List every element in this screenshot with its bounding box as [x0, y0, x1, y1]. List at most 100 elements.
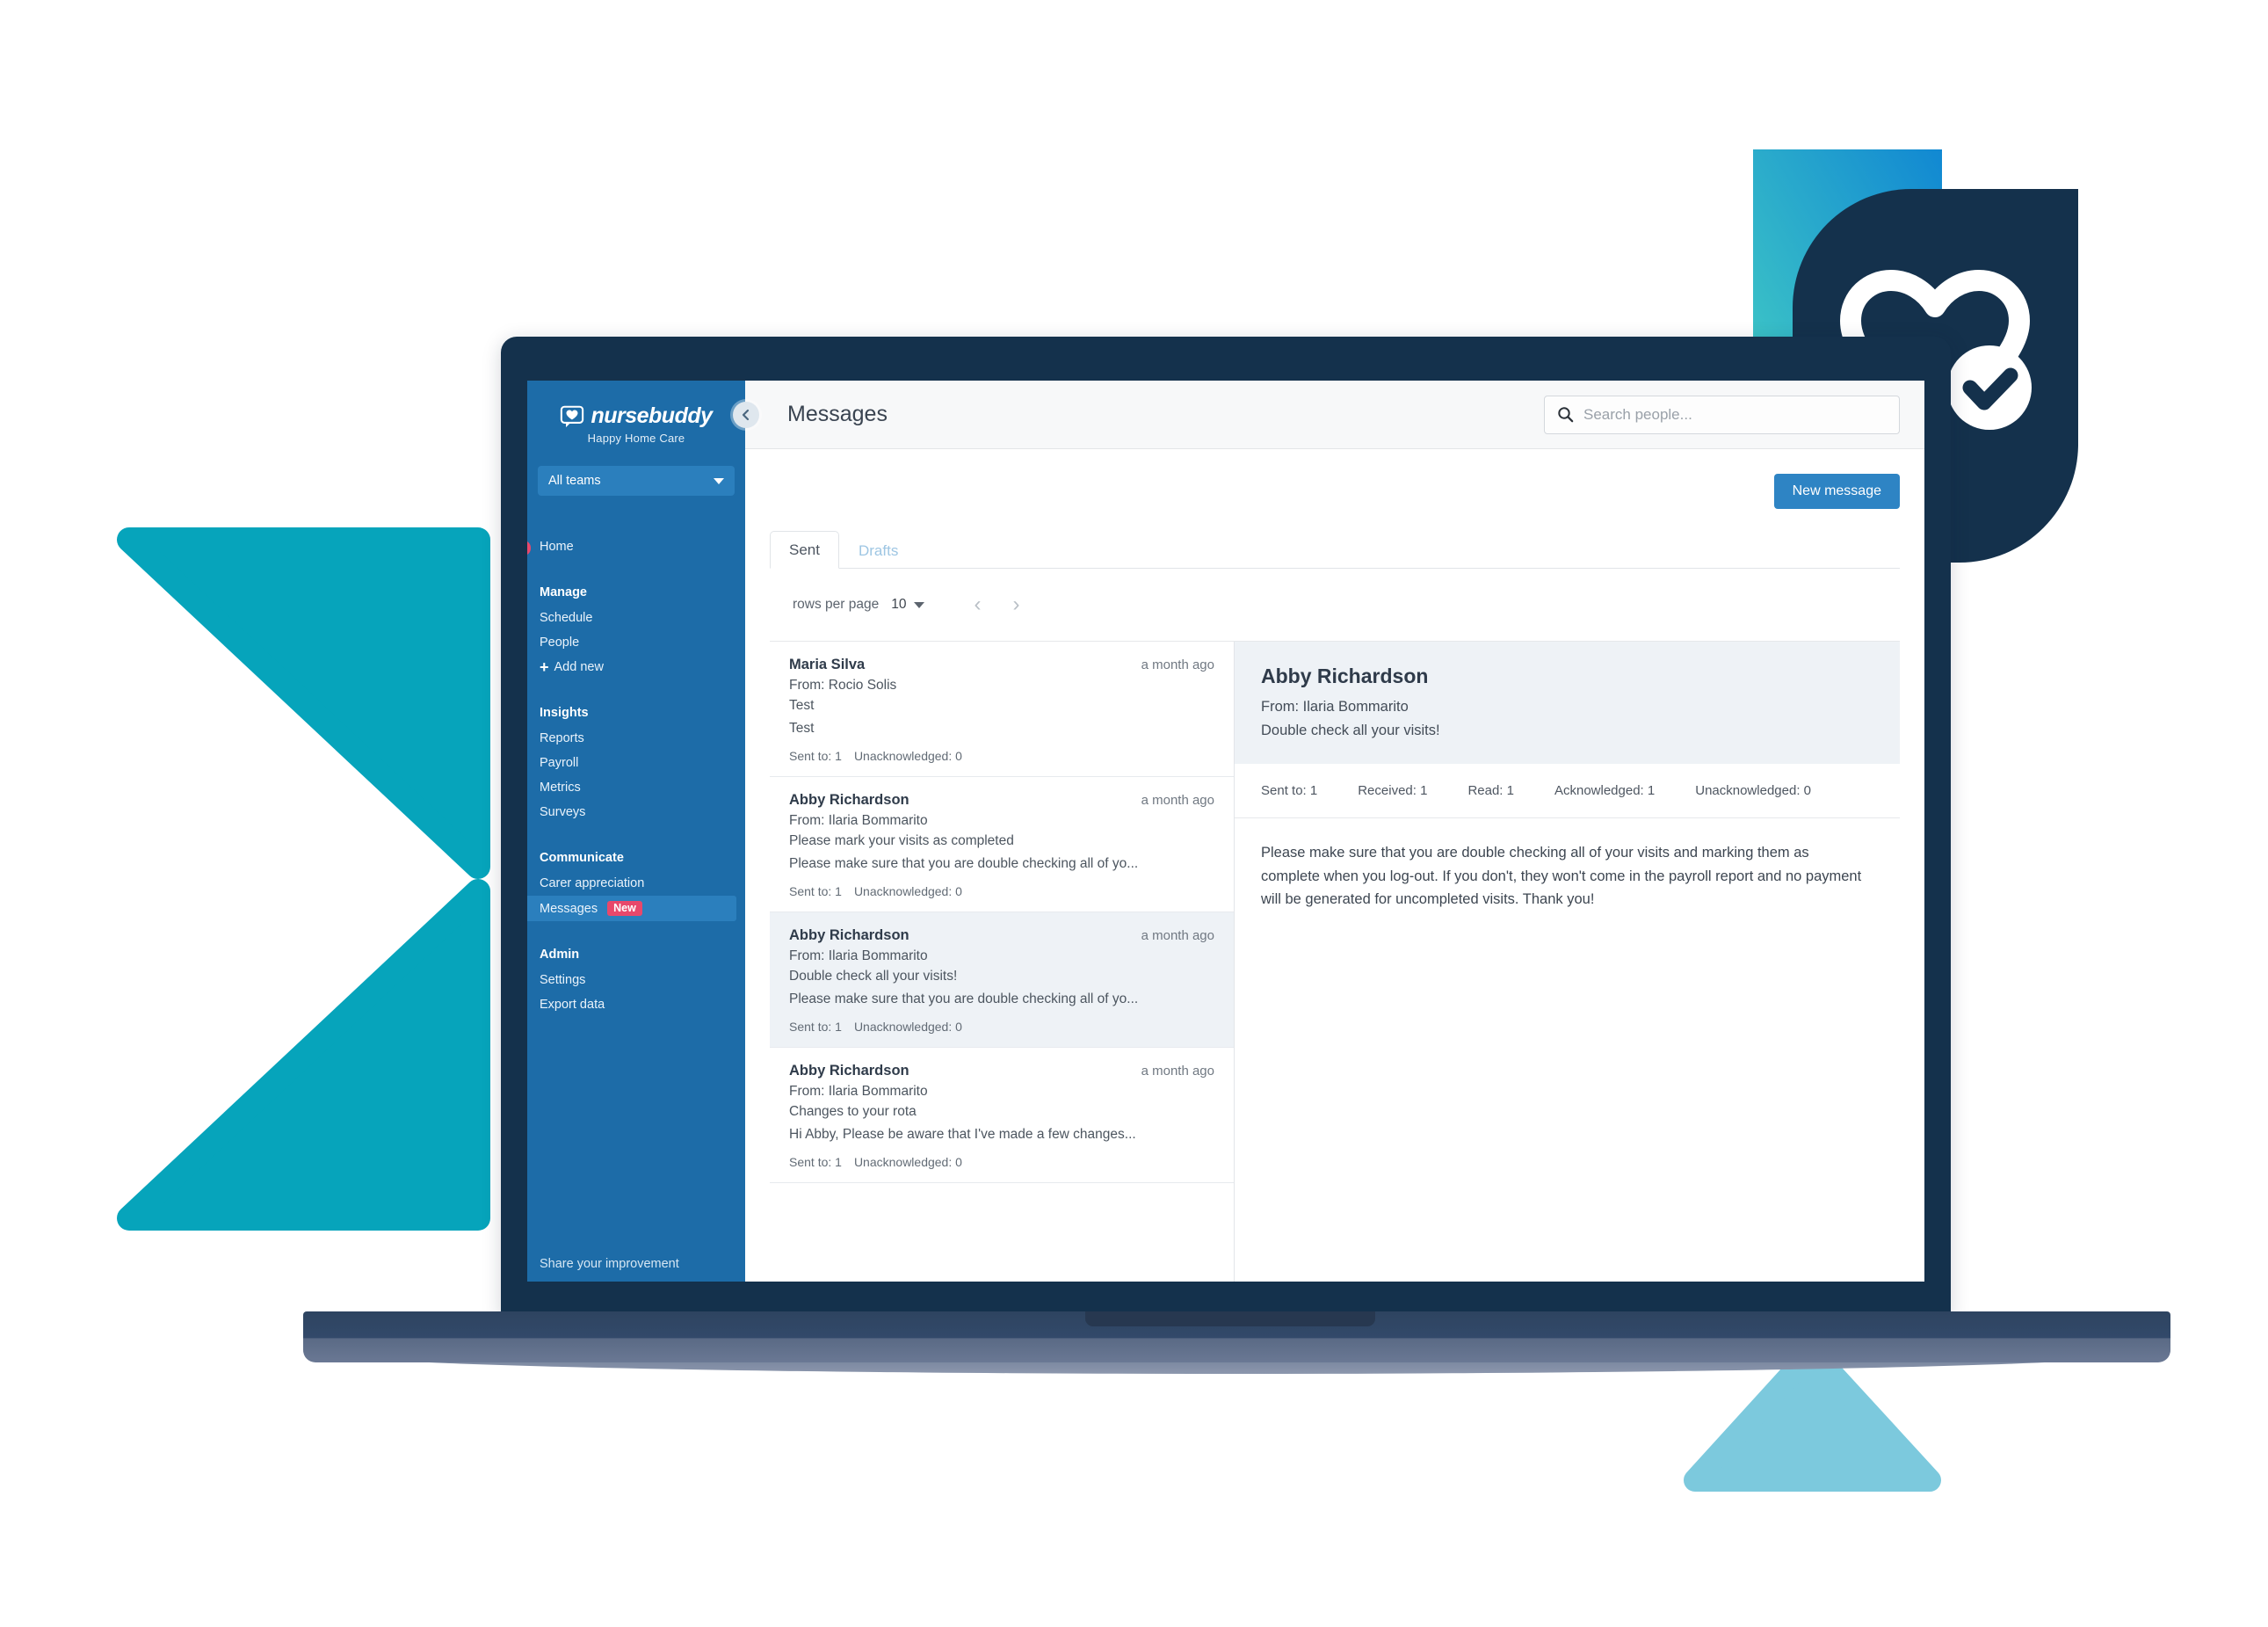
sidebar-collapse-button[interactable] — [733, 402, 759, 428]
nav-group-manage: Manage Schedule People + Add new — [527, 585, 745, 679]
stat-acknowledged: Acknowledged: 1 — [1554, 783, 1656, 798]
team-filter-dropdown[interactable]: All teams — [538, 466, 735, 496]
sidebar-item-reports[interactable]: Reports — [527, 726, 745, 751]
message-from: From: Rocio Solis — [789, 678, 897, 693]
nav-group-title: Insights — [540, 706, 589, 720]
sidebar-item-label: People — [540, 636, 580, 650]
message-timestamp: a month ago — [1141, 657, 1214, 672]
sidebar-item-label: Metrics — [540, 781, 581, 795]
message-timestamp: a month ago — [1141, 928, 1214, 943]
tab-bar: Sent Drafts — [770, 530, 1900, 569]
tab-drafts[interactable]: Drafts — [839, 532, 917, 569]
message-detail-from: From: Ilaria Bommarito — [1261, 699, 1409, 715]
sidebar-item-label: Home — [540, 540, 574, 554]
split-panes: Maria Silva a month ago From: Rocio Soli… — [770, 641, 1900, 1282]
sidebar-item-add-new[interactable]: + Add new — [527, 655, 745, 679]
sidebar-item-schedule[interactable]: Schedule — [527, 606, 745, 630]
message-sent-to: Sent to: 1 — [789, 749, 842, 763]
message-detail-stats: Sent to: 1 Received: 1 Read: 1 Acknowled… — [1235, 764, 1900, 818]
message-detail-body: Please make sure that you are double che… — [1261, 845, 1862, 908]
new-message-button[interactable]: New message — [1773, 474, 1900, 509]
chevron-left-icon — [742, 409, 750, 421]
content-area: New message Sent Drafts rows per page 10 — [745, 449, 1924, 1282]
prev-page-button[interactable]: ‹ — [974, 594, 981, 615]
status-badge: New — [607, 901, 642, 916]
message-unacknowledged: Unacknowledged: 0 — [853, 1155, 962, 1169]
search-placeholder: Search people... — [1583, 405, 1692, 423]
sidebar-item-home[interactable]: Home — [527, 534, 745, 559]
laptop-frame: nursebuddy Happy Home Care All teams Hom… — [501, 337, 1951, 1317]
message-timestamp: a month ago — [1141, 1064, 1214, 1079]
nav-group-insights: Insights Reports Payroll Metrics Surveys — [527, 706, 745, 824]
nav-group-title: Communicate — [540, 851, 624, 865]
laptop-notch — [1085, 1311, 1375, 1326]
action-row: New message — [770, 449, 1900, 534]
main-content: Messages Search people... New message Se… — [745, 381, 1924, 1282]
sidebar-item-carer-appreciation[interactable]: Carer appreciation — [527, 871, 745, 896]
search-icon — [1558, 407, 1574, 423]
message-detail-subject: Double check all your visits! — [1261, 723, 1440, 738]
message-preview: Hi Abby, Please be aware that I've made … — [789, 1127, 1136, 1142]
pagination-toolbar: rows per page 10 ‹ › — [770, 569, 1900, 641]
topbar: Messages Search people... — [745, 381, 1924, 449]
chevron-down-icon — [714, 477, 724, 484]
message-subject: Changes to your rota — [789, 1104, 917, 1119]
message-sent-to: Sent to: 1 — [789, 1020, 842, 1034]
sidebar-item-metrics[interactable]: Metrics — [527, 775, 745, 800]
sidebar-item-payroll[interactable]: Payroll — [527, 751, 745, 775]
message-subject: Please mark your visits as completed — [789, 833, 1014, 848]
sidebar-item-label: Settings — [540, 973, 586, 987]
message-sent-to: Sent to: 1 — [789, 884, 842, 898]
sidebar-item-label: Reports — [540, 731, 584, 745]
rows-per-page-select[interactable]: 10 — [891, 597, 925, 613]
team-filter-value: All teams — [548, 474, 601, 488]
sidebar-item-label: Add new — [554, 660, 604, 674]
nav-group-admin: Admin Settings Export data — [527, 948, 745, 1017]
brand-name: nursebuddy — [591, 403, 713, 428]
sidebar: nursebuddy Happy Home Care All teams Hom… — [527, 381, 745, 1282]
sidebar-item-people[interactable]: People — [527, 630, 745, 655]
stat-sent-to: Sent to: 1 — [1261, 783, 1318, 798]
message-unacknowledged: Unacknowledged: 0 — [853, 884, 962, 898]
nav-group-home: Home — [527, 534, 745, 559]
share-your-improvement-link[interactable]: Share your improvement — [527, 1257, 745, 1271]
message-unacknowledged: Unacknowledged: 0 — [853, 1020, 962, 1034]
message-preview: Test — [789, 721, 815, 736]
plus-icon: + — [540, 658, 549, 676]
nav-group-title: Manage — [540, 585, 587, 599]
message-sender-name: Abby Richardson — [789, 1063, 909, 1079]
brand: nursebuddy Happy Home Care — [527, 395, 745, 448]
list-item[interactable]: Abby Richardson a month ago From: Ilaria… — [770, 1048, 1234, 1183]
tab-sent[interactable]: Sent — [770, 531, 839, 569]
search-input[interactable]: Search people... — [1544, 395, 1900, 434]
message-unacknowledged: Unacknowledged: 0 — [853, 749, 962, 763]
stat-received: Received: 1 — [1358, 783, 1428, 798]
sidebar-nav: Home Manage Schedule People + Add new In… — [527, 534, 745, 1017]
sidebar-item-export-data[interactable]: Export data — [527, 992, 745, 1017]
message-timestamp: a month ago — [1141, 793, 1214, 808]
sidebar-item-surveys[interactable]: Surveys — [527, 800, 745, 824]
list-item[interactable]: Abby Richardson a month ago From: Ilaria… — [770, 912, 1234, 1048]
sidebar-item-label: Schedule — [540, 611, 593, 625]
sidebar-item-label: Carer appreciation — [540, 876, 645, 890]
message-preview: Please make sure that you are double che… — [789, 856, 1139, 871]
pager: ‹ › — [974, 594, 1019, 615]
list-item[interactable]: Maria Silva a month ago From: Rocio Soli… — [770, 642, 1234, 777]
chevron-down-icon — [914, 601, 925, 608]
message-subject: Test — [789, 698, 815, 713]
heart-speech-bubble-icon — [561, 405, 584, 427]
sidebar-item-messages[interactable]: Messages New — [527, 896, 736, 921]
message-detail-name: Abby Richardson — [1261, 665, 1429, 687]
app-window: nursebuddy Happy Home Care All teams Hom… — [527, 381, 1924, 1282]
message-detail: Abby Richardson From: Ilaria Bommarito D… — [1235, 642, 1900, 1282]
message-sender-name: Abby Richardson — [789, 927, 909, 943]
sidebar-item-label: Surveys — [540, 805, 586, 819]
sidebar-item-settings[interactable]: Settings — [527, 968, 745, 992]
message-preview: Please make sure that you are double che… — [789, 991, 1139, 1006]
rows-per-page-label: rows per page — [793, 597, 880, 612]
message-sent-to: Sent to: 1 — [789, 1155, 842, 1169]
list-item[interactable]: Abby Richardson a month ago From: Ilaria… — [770, 777, 1234, 912]
next-page-button[interactable]: › — [1012, 594, 1019, 615]
stat-unacknowledged: Unacknowledged: 0 — [1695, 783, 1811, 798]
message-from: From: Ilaria Bommarito — [789, 813, 928, 828]
